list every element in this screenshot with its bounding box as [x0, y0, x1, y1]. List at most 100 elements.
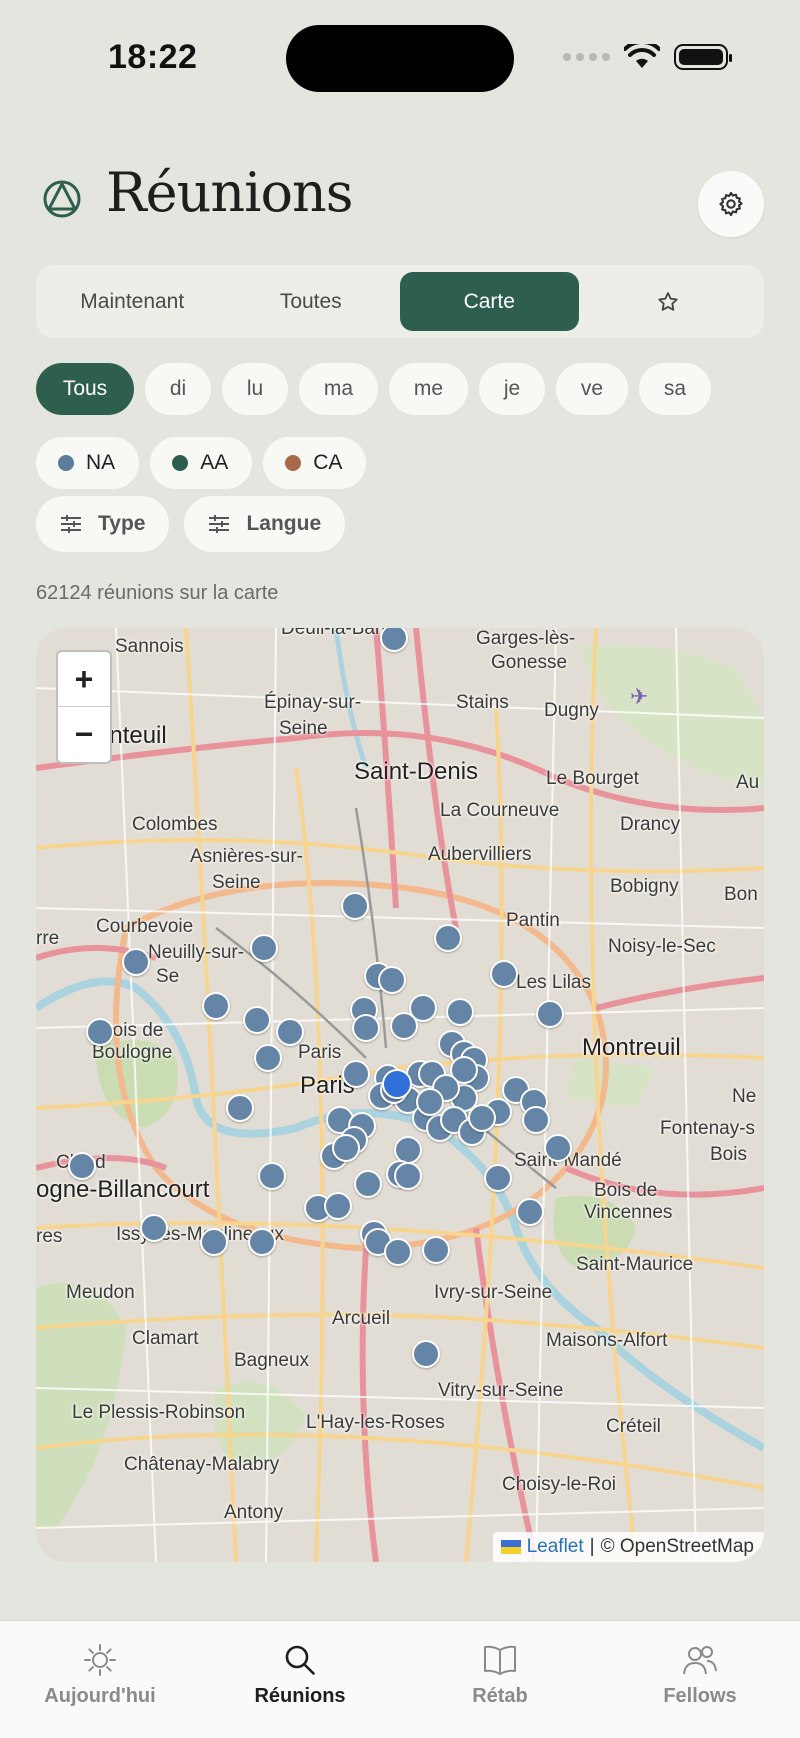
- day-chip-je[interactable]: je: [479, 363, 545, 415]
- type-filter-button[interactable]: Type: [36, 496, 170, 552]
- star-icon: [658, 291, 678, 311]
- tabbar-item-retab[interactable]: Rétab: [400, 1621, 600, 1738]
- day-chip-lu[interactable]: lu: [222, 363, 288, 415]
- tab-favorites[interactable]: [579, 272, 758, 331]
- map-place-label: Paris: [298, 1042, 342, 1063]
- map-place-label: Les Lilas: [516, 972, 591, 993]
- meeting-marker[interactable]: [516, 1198, 544, 1226]
- tabbar-item-aujourdhui[interactable]: Aujourd'hui: [0, 1621, 200, 1738]
- meeting-marker[interactable]: [384, 1238, 412, 1266]
- map-place-label: Sannois: [115, 636, 184, 657]
- fellowship-label: AA: [200, 451, 229, 474]
- day-chip-di[interactable]: di: [145, 363, 211, 415]
- tab-toutes[interactable]: Toutes: [222, 272, 401, 331]
- meeting-marker[interactable]: [200, 1228, 228, 1256]
- sliders-icon: [209, 515, 230, 533]
- meeting-count: 62124 réunions sur la carte: [36, 582, 279, 604]
- fellowship-label: NA: [86, 451, 116, 474]
- meeting-marker[interactable]: [243, 1006, 271, 1034]
- meeting-marker[interactable]: [140, 1214, 168, 1242]
- map-place-label: Dugny: [544, 700, 599, 721]
- meeting-marker[interactable]: [484, 1164, 512, 1192]
- filter-label: Langue: [246, 512, 322, 535]
- meeting-marker[interactable]: [341, 892, 369, 920]
- map-place-label: Meudon: [66, 1282, 135, 1303]
- fellowship-chip-ca[interactable]: CA: [263, 437, 367, 489]
- battery-icon: [674, 44, 732, 70]
- tab-carte[interactable]: Carte: [400, 272, 579, 331]
- zoom-out-button[interactable]: −: [58, 707, 110, 762]
- meeting-marker[interactable]: [522, 1106, 550, 1134]
- meeting-marker[interactable]: [354, 1170, 382, 1198]
- meeting-marker[interactable]: [122, 948, 150, 976]
- language-filter-button[interactable]: Langue: [184, 496, 346, 552]
- meeting-marker[interactable]: [378, 966, 406, 994]
- wifi-icon: [624, 44, 660, 68]
- meeting-marker[interactable]: [434, 924, 462, 952]
- day-chip-me[interactable]: me: [389, 363, 468, 415]
- tabbar-item-fellows[interactable]: Fellows: [600, 1621, 800, 1738]
- people-icon: [683, 1646, 717, 1675]
- book-icon: [484, 1645, 516, 1675]
- meeting-marker[interactable]: [202, 992, 230, 1020]
- meeting-marker[interactable]: [68, 1152, 96, 1180]
- meeting-marker[interactable]: [258, 1162, 286, 1190]
- meeting-marker[interactable]: [254, 1044, 282, 1072]
- map-place-label: Épinay-sur-: [264, 692, 362, 713]
- meeting-marker[interactable]: [394, 1162, 422, 1190]
- meeting-marker[interactable]: [468, 1104, 496, 1132]
- selected-location-marker[interactable]: [382, 1069, 412, 1099]
- day-chip-sa[interactable]: sa: [639, 363, 711, 415]
- meeting-marker[interactable]: [490, 960, 518, 988]
- meeting-marker[interactable]: [416, 1088, 444, 1116]
- meeting-marker[interactable]: [276, 1018, 304, 1046]
- day-chip-tous[interactable]: Tous: [36, 363, 134, 415]
- map-place-label: Créteil: [606, 1416, 661, 1437]
- map-place-label: Antony: [224, 1502, 284, 1523]
- meeting-marker[interactable]: [446, 998, 474, 1026]
- map-place-label: Montreuil: [582, 1034, 681, 1061]
- map-place-label: La Courneuve: [440, 800, 560, 821]
- meeting-marker[interactable]: [332, 1134, 360, 1162]
- map-place-label: Seine: [212, 872, 261, 893]
- fellowship-chip-aa[interactable]: AA: [150, 437, 253, 489]
- meeting-marker[interactable]: [352, 1014, 380, 1042]
- map-place-label: Choisy-le-Roi: [502, 1474, 617, 1495]
- meeting-marker[interactable]: [250, 934, 278, 962]
- sun-icon: [84, 1644, 116, 1676]
- osm-link[interactable]: © OpenStreetMap: [601, 1536, 754, 1558]
- meeting-marker[interactable]: [86, 1018, 114, 1046]
- map-place-label: Clamart: [132, 1328, 199, 1349]
- map-place-label: Courbevoie: [96, 916, 194, 937]
- meeting-marker[interactable]: [248, 1228, 276, 1256]
- zoom-control: + −: [56, 650, 112, 764]
- map-place-label: Fontenay-s: [660, 1118, 756, 1139]
- map-place-label: Maisons-Alfort: [546, 1330, 668, 1351]
- meeting-marker[interactable]: [390, 1012, 418, 1040]
- map-place-label: Le Plessis-Robinson: [72, 1402, 246, 1423]
- map-place-label: Noisy-le-Sec: [608, 936, 716, 957]
- meeting-marker[interactable]: [422, 1236, 450, 1264]
- day-chip-ma[interactable]: ma: [299, 363, 378, 415]
- map-place-label: res: [36, 1226, 63, 1247]
- map-place-label: Bon: [724, 884, 758, 905]
- meeting-marker[interactable]: [226, 1094, 254, 1122]
- tabbar-item-reunions[interactable]: Réunions: [200, 1621, 400, 1738]
- map-place-label: Bobigny: [610, 876, 679, 897]
- meeting-marker[interactable]: [324, 1192, 352, 1220]
- meeting-marker[interactable]: [412, 1340, 440, 1368]
- fellowship-chip-na[interactable]: NA: [36, 437, 140, 489]
- view-tabs: Maintenant Toutes Carte: [36, 265, 764, 338]
- settings-button[interactable]: [698, 171, 764, 237]
- meeting-marker[interactable]: [342, 1060, 370, 1088]
- zoom-in-button[interactable]: +: [58, 652, 110, 707]
- tab-maintenant[interactable]: Maintenant: [43, 272, 222, 331]
- meeting-marker[interactable]: [544, 1134, 572, 1162]
- map-view[interactable]: ✈ Sannois Deuil-la-Barre Garges-lès- Goness…: [36, 628, 764, 1562]
- meeting-marker[interactable]: [536, 1000, 564, 1028]
- gear-icon: [719, 191, 743, 217]
- svg-text:✈: ✈: [630, 685, 648, 710]
- tabbar-label: Aujourd'hui: [44, 1685, 156, 1707]
- leaflet-link[interactable]: Leaflet: [527, 1536, 584, 1558]
- day-chip-ve[interactable]: ve: [556, 363, 628, 415]
